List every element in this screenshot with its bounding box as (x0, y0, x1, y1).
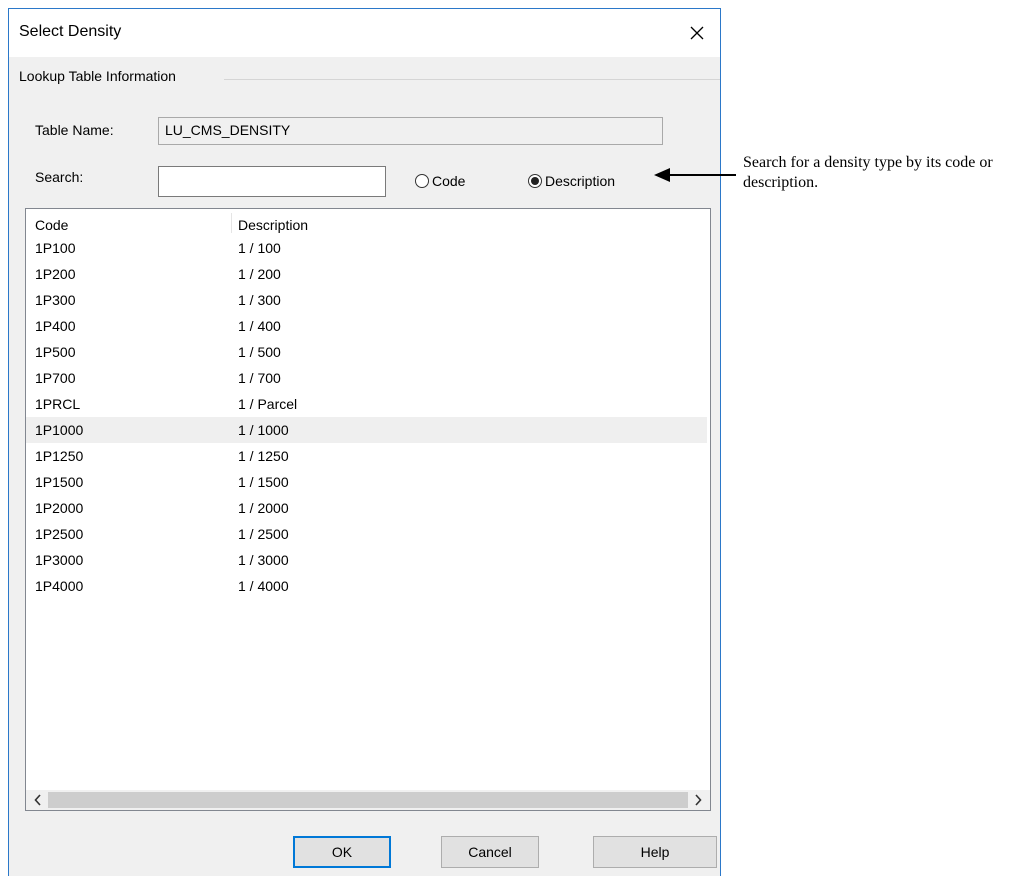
item-description: 1 / 500 (238, 344, 281, 360)
table-name-field: LU_CMS_DENSITY (158, 117, 663, 145)
item-description: 1 / 2000 (238, 500, 289, 516)
dialog-title: Select Density (19, 23, 122, 40)
item-code: 1P300 (35, 292, 76, 308)
item-code: 1P700 (35, 370, 76, 386)
radio-description-label: Description (545, 173, 616, 189)
item-description: 1 / 700 (238, 370, 281, 386)
item-code: 1P2500 (35, 526, 84, 542)
list-item[interactable]: 1P700 1 / 700 (26, 365, 707, 391)
close-icon (690, 26, 704, 40)
density-list[interactable]: Code Description 1P100 1 / 100 1P200 1 /… (25, 208, 711, 811)
item-description: 1 / 100 (238, 240, 281, 256)
search-label: Search: (35, 169, 84, 185)
list-item[interactable]: 1P3000 1 / 3000 (26, 547, 707, 573)
item-code: 1P4000 (35, 578, 84, 594)
arrow-left-icon (654, 168, 736, 182)
list-item[interactable]: 1PRCL 1 / Parcel (26, 391, 707, 417)
list-item[interactable]: 1P500 1 / 500 (26, 339, 707, 365)
item-code: 1P100 (35, 240, 76, 256)
list-item[interactable]: 1P4000 1 / 4000 (26, 573, 707, 599)
item-code: 1P1000 (35, 422, 84, 438)
close-button[interactable] (674, 9, 720, 57)
annotation-text: Search for a density type by its code or… (743, 154, 993, 191)
item-code: 1P1250 (35, 448, 84, 464)
list-item[interactable]: 1P100 1 / 100 (26, 235, 707, 261)
list-item[interactable]: 1P200 1 / 200 (26, 261, 707, 287)
horizontal-scrollbar[interactable] (26, 790, 710, 810)
item-code: 1P400 (35, 318, 76, 334)
group-divider (224, 79, 720, 80)
list-header: Code Description (26, 209, 710, 235)
radio-code-label: Code (432, 173, 466, 189)
table-name-label: Table Name: (35, 122, 114, 138)
item-description: 1 / 300 (238, 292, 281, 308)
column-header-description[interactable]: Description (238, 217, 308, 233)
item-description: 1 / 200 (238, 266, 281, 282)
item-description: 1 / 3000 (238, 552, 289, 568)
item-description: 1 / 1250 (238, 448, 289, 464)
list-item-highlighted[interactable]: 1P1000 1 / 1000 (26, 417, 707, 443)
chevron-right-icon (695, 794, 702, 806)
column-header-code[interactable]: Code (35, 217, 68, 233)
radio-code[interactable]: Code (415, 173, 465, 189)
item-code: 1P3000 (35, 552, 84, 568)
list-item[interactable]: 1P2000 1 / 2000 (26, 495, 707, 521)
radio-description[interactable]: Description (528, 173, 615, 189)
select-density-dialog: Select Density Lookup Table Information … (8, 8, 721, 876)
cancel-button[interactable]: Cancel (441, 836, 539, 868)
ok-button[interactable]: OK (293, 836, 391, 868)
item-code: 1P2000 (35, 500, 84, 516)
item-description: 1 / 2500 (238, 526, 289, 542)
list-item[interactable]: 1P300 1 / 300 (26, 287, 707, 313)
scroll-right-button[interactable] (688, 791, 708, 809)
chevron-left-icon (34, 794, 41, 806)
radio-description-circle[interactable] (528, 174, 542, 188)
item-description: 1 / Parcel (238, 396, 298, 412)
item-code: 1P1500 (35, 474, 84, 490)
list-item[interactable]: 1P1250 1 / 1250 (26, 443, 707, 469)
item-code: 1P200 (35, 266, 76, 282)
scroll-left-button[interactable] (28, 791, 48, 809)
item-description: 1 / 400 (238, 318, 281, 334)
item-description: 1 / 1500 (238, 474, 289, 490)
search-input[interactable] (158, 166, 386, 197)
scrollbar-thumb[interactable] (48, 792, 688, 808)
group-label: Lookup Table Information (19, 68, 176, 84)
list-item[interactable]: 1P400 1 / 400 (26, 313, 707, 339)
help-button[interactable]: Help (593, 836, 717, 868)
item-description: 1 / 1000 (238, 422, 289, 438)
item-code: 1P500 (35, 344, 76, 360)
list-item[interactable]: 1P1500 1 / 1500 (26, 469, 707, 495)
title-bar: Select Density (9, 9, 720, 57)
item-code: 1PRCL (35, 396, 81, 412)
item-description: 1 / 4000 (238, 578, 289, 594)
column-divider[interactable] (231, 213, 232, 233)
radio-code-circle[interactable] (415, 174, 429, 188)
list-item[interactable]: 1P2500 1 / 2500 (26, 521, 707, 547)
